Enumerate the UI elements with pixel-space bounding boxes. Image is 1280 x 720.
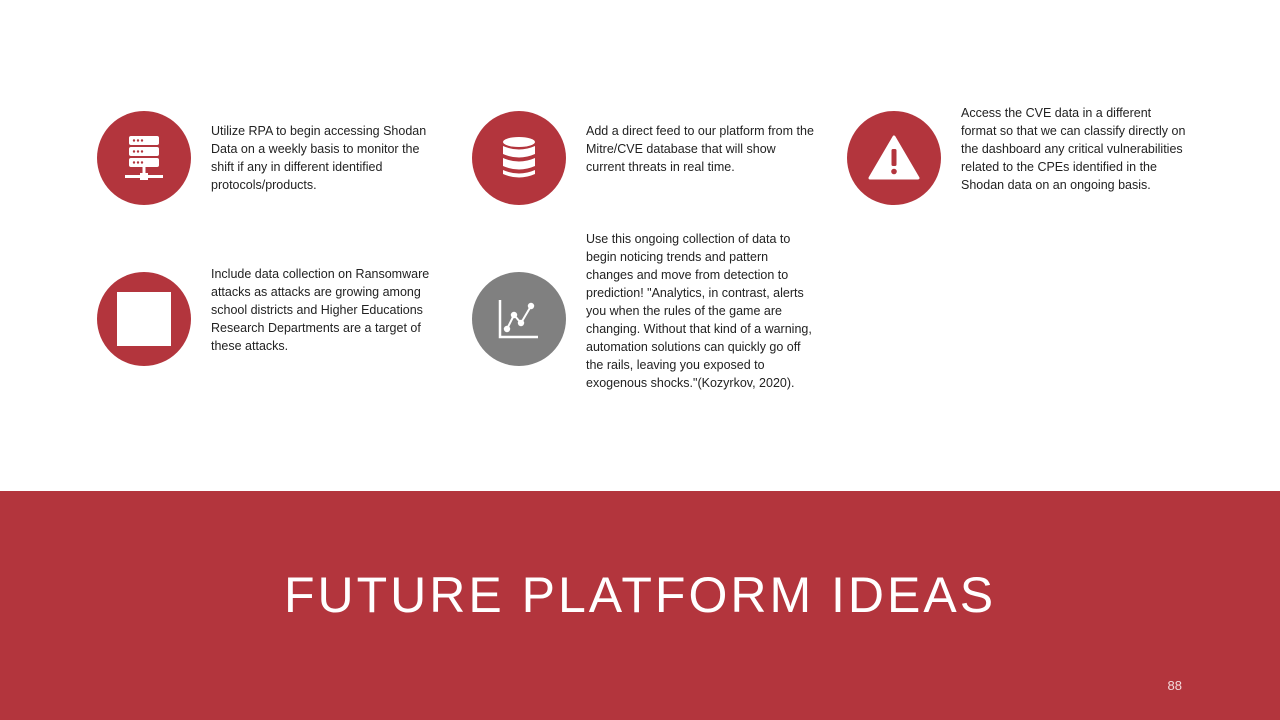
page-number: 88	[1167, 678, 1182, 693]
slide-title: FUTURE PLATFORM IDEAS	[283, 567, 997, 623]
idea-text-cve-classify: Access the CVE data in a different forma…	[961, 106, 1186, 192]
server-icon	[97, 111, 191, 205]
idea-text-analytics-quote: Use this ongoing collection of data to b…	[586, 232, 812, 390]
warning-icon	[847, 111, 941, 205]
idea-text-mitre-feed: Add a direct feed to our platform from t…	[586, 124, 814, 174]
idea-text-ransomware: Include data collection on Ransomware at…	[211, 267, 430, 353]
blank-square-icon	[97, 272, 191, 366]
slide: Utilize RPA to begin accessing Shodan Da…	[0, 0, 1280, 720]
line-chart-icon	[472, 272, 566, 366]
idea-text-rpa-shodan: Utilize RPA to begin accessing Shodan Da…	[211, 124, 427, 192]
database-icon	[472, 111, 566, 205]
